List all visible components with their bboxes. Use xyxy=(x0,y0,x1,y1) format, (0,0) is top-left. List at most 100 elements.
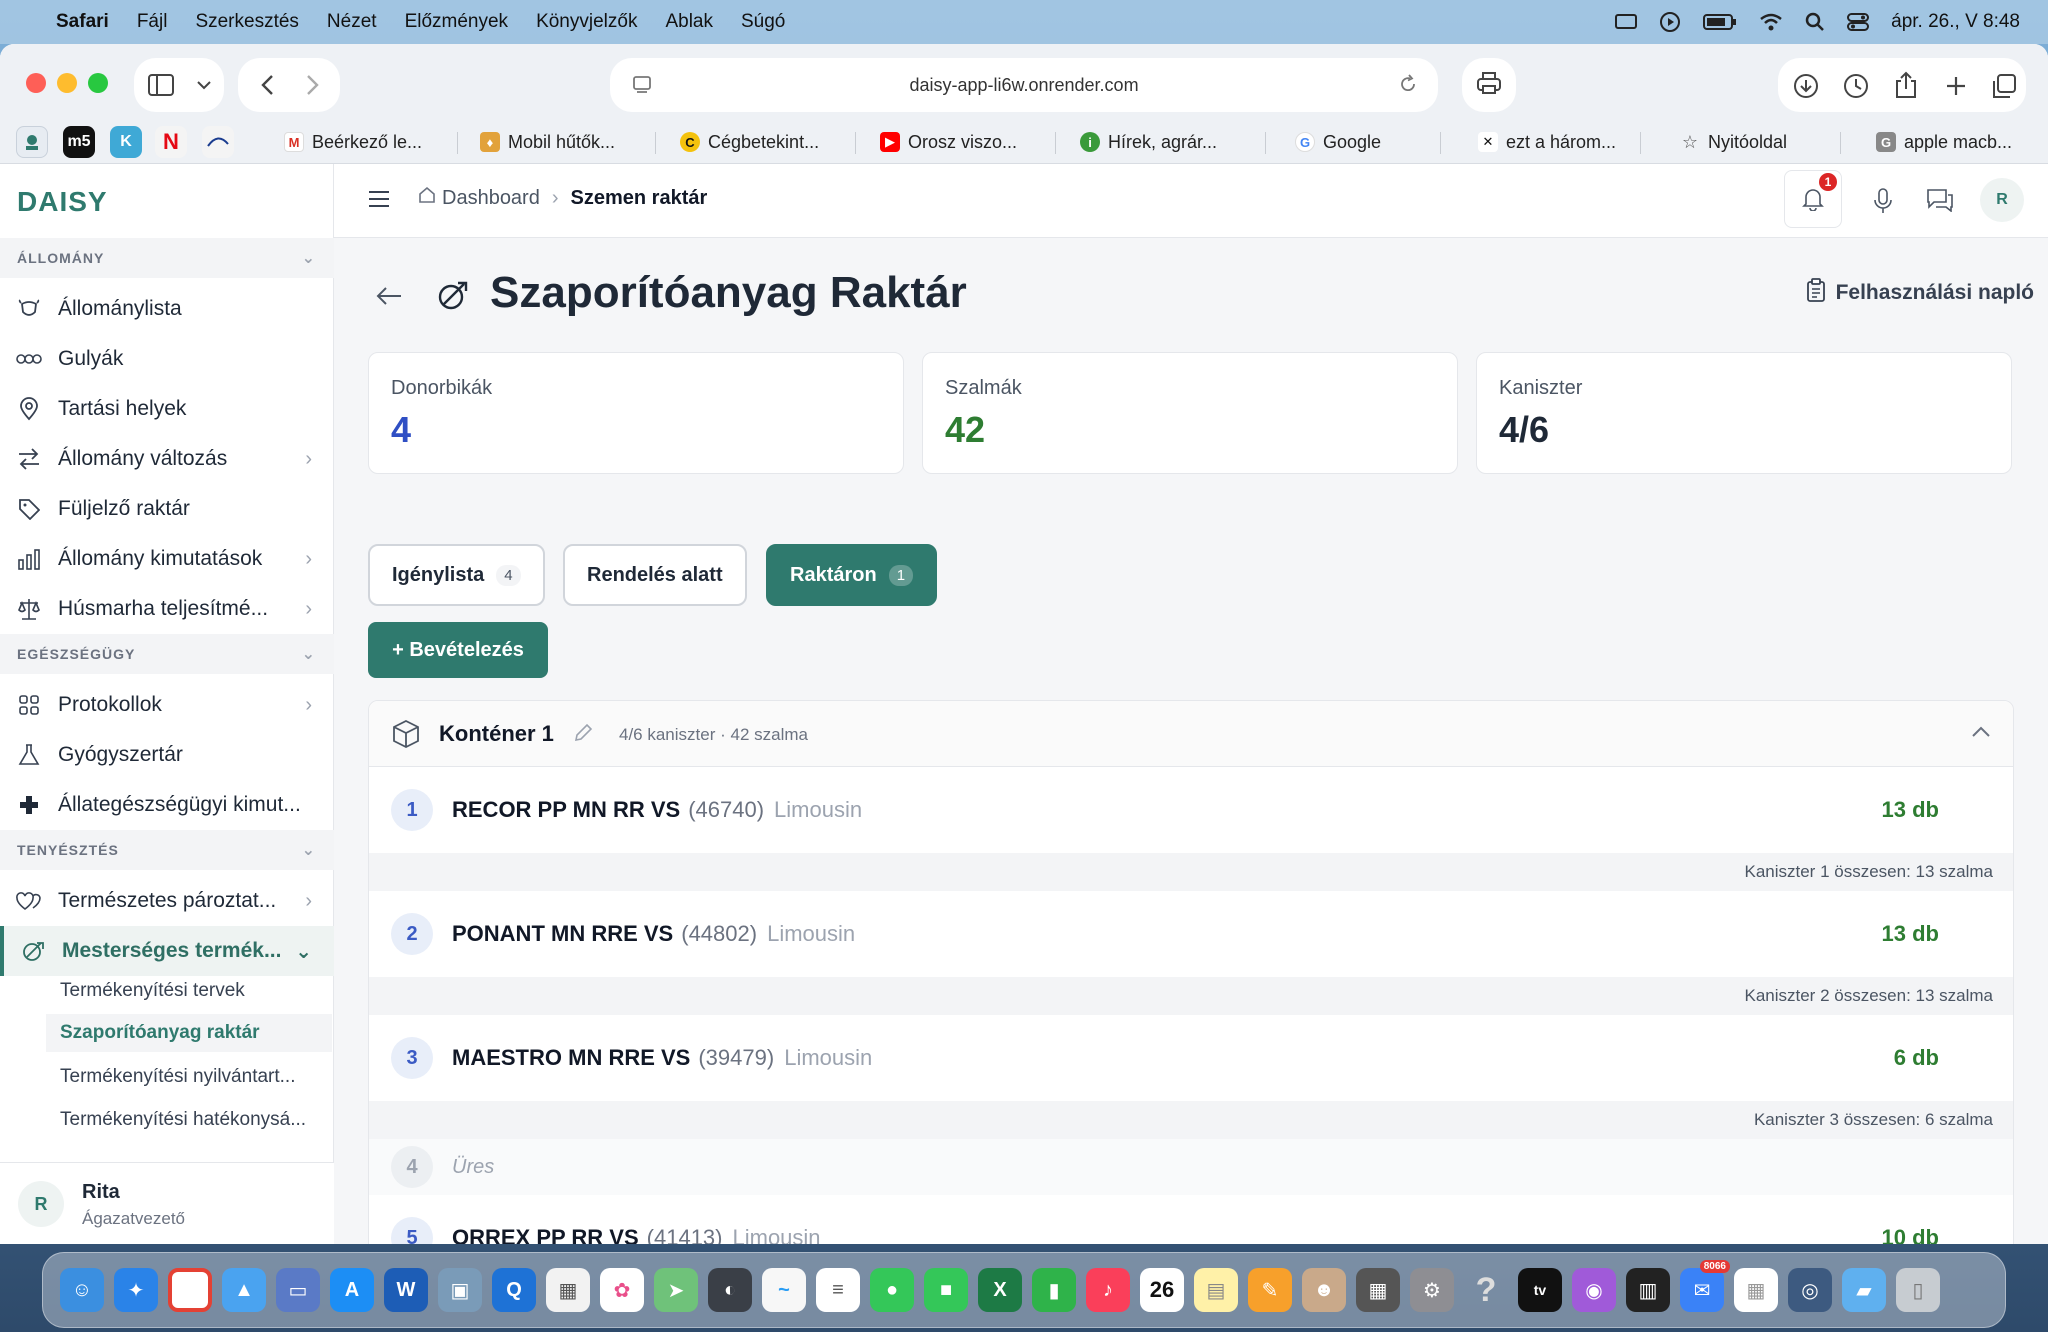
sidebar-item-gyogyszertar[interactable]: Gyógyszertár xyxy=(0,730,334,780)
camera-app-icon[interactable]: ◐ xyxy=(708,1268,752,1312)
sidebar-item-allategeszsegugyi-kimutatas[interactable]: Állategészségügyi kimut... xyxy=(0,780,334,830)
sidebar-item-allomany-valtozas[interactable]: Állomány változás › xyxy=(0,434,334,484)
address-bar[interactable]: daisy-app-li6w.onrender.com xyxy=(610,58,1438,112)
app-logo[interactable]: DAISY xyxy=(17,186,108,218)
screen-mirroring-icon[interactable] xyxy=(1615,13,1638,31)
sidebar-item-mesterseges-termekenyites[interactable]: Mesterséges termék... ⌄ xyxy=(0,926,334,976)
sidebar-item-protokollok[interactable]: Protokollok › xyxy=(0,680,334,730)
menu-app-safari[interactable]: Safari xyxy=(56,11,109,33)
freeform-icon[interactable]: ~ xyxy=(762,1268,806,1312)
pinned-tab-k[interactable]: K xyxy=(110,126,142,158)
menu-history[interactable]: Előzmények xyxy=(405,11,509,33)
safari-icon[interactable]: ✦ xyxy=(114,1268,158,1312)
bookmark-apple-macb[interactable]: Gapple macb... xyxy=(1876,128,2012,156)
topbar-user-avatar[interactable]: R xyxy=(1980,178,2024,222)
chevron-up-icon[interactable] xyxy=(1971,725,1991,743)
menu-file[interactable]: Fájl xyxy=(137,11,168,33)
bookmark-mobil[interactable]: ♦ Mobil hűtők... xyxy=(480,128,615,156)
battery-icon[interactable] xyxy=(1703,13,1737,31)
sidebar-subitem-szaporitoanyag-raktar[interactable]: Szaporítóanyag raktár xyxy=(46,1014,332,1052)
podcasts-icon[interactable]: ◉ xyxy=(1572,1268,1616,1312)
pages-icon[interactable]: ✎ xyxy=(1248,1268,1292,1312)
bookmark-nyitooldal[interactable]: ☆ Nyitóoldal xyxy=(1680,128,1787,156)
storage-icon[interactable]: ▭ xyxy=(276,1268,320,1312)
sidebar-subitem-termekenyitesi-tervek[interactable]: Termékenyítési tervek xyxy=(60,980,245,1002)
facetime-icon[interactable]: ■ xyxy=(924,1268,968,1312)
gallery-icon[interactable]: ▥ xyxy=(1626,1268,1670,1312)
tab-rendeles-alatt[interactable]: Rendelés alatt xyxy=(563,544,747,606)
bookmark-youtube[interactable]: ▶ Orosz viszo... xyxy=(880,128,1017,156)
help-icon[interactable]: ? xyxy=(1464,1268,1508,1312)
trash-icon[interactable]: ▯ xyxy=(1896,1268,1940,1312)
system-settings-icon[interactable]: ⚙ xyxy=(1410,1268,1454,1312)
sidebar-item-gulyak[interactable]: Gulyák xyxy=(0,334,334,384)
menu-bookmarks[interactable]: Könyvjelzők xyxy=(536,11,637,33)
sidebar-item-fuljelzo-raktar[interactable]: Füljelző raktár xyxy=(0,484,334,534)
menu-edit[interactable]: Szerkesztés xyxy=(195,11,298,33)
notifications-button[interactable]: 1 xyxy=(1784,170,1842,228)
sidebar-subitem-termekenyitesi-hatekonysag[interactable]: Termékenyítési hatékonysá... xyxy=(60,1109,306,1131)
usage-log-link[interactable]: Felhasználási napló xyxy=(1806,278,2034,308)
numbers-icon[interactable]: ▮ xyxy=(1032,1268,1076,1312)
close-window-button[interactable] xyxy=(26,73,46,93)
quicktime-icon[interactable]: Q xyxy=(492,1268,536,1312)
preview-icon[interactable]: ▣ xyxy=(438,1268,482,1312)
contacts-icon[interactable]: ☻ xyxy=(1302,1268,1346,1312)
pinned-tab-disney[interactable] xyxy=(202,126,234,158)
section-egeszsegugy[interactable]: EGÉSZSÉGÜGY ⌄ xyxy=(0,634,334,674)
control-center-icon[interactable] xyxy=(1847,12,1870,32)
spotlight-search-icon[interactable] xyxy=(1805,12,1825,32)
sidebar-subitem-termekenyitesi-nyilvantartas[interactable]: Termékenyítési nyilvántart... xyxy=(60,1066,295,1088)
microphone-icon[interactable] xyxy=(1874,188,1892,219)
sidebar-item-husmarha-teljesitmeny[interactable]: Húsmarha teljesítmé... › xyxy=(0,584,334,634)
disk-utility-icon[interactable]: ◎ xyxy=(1788,1268,1832,1312)
downloads-folder-icon[interactable]: ▰ xyxy=(1842,1268,1886,1312)
canister-row[interactable]: 5 ORREX PP RR VS (41413) Limousin 10 db xyxy=(369,1195,2013,1244)
notes-icon[interactable]: ▤ xyxy=(1194,1268,1238,1312)
minimize-window-button[interactable] xyxy=(57,73,77,93)
tab-group-chevron-icon[interactable] xyxy=(192,72,216,98)
sidebar-item-allomany-kimutatasok[interactable]: Állomány kimutatások › xyxy=(0,534,334,584)
wifi-icon[interactable] xyxy=(1759,13,1783,31)
page-settings-icon[interactable] xyxy=(632,74,652,99)
zoom-window-button[interactable] xyxy=(88,73,108,93)
canister-row-empty[interactable]: 4 Üres xyxy=(369,1139,2013,1195)
chat-icon[interactable] xyxy=(1926,188,1954,217)
hamburger-menu-icon[interactable] xyxy=(368,190,390,213)
bookmark-gmail[interactable]: M Beérkező le... xyxy=(284,128,422,156)
back-icon[interactable] xyxy=(254,72,280,98)
history-clock-icon[interactable] xyxy=(1842,72,1870,100)
reload-icon[interactable] xyxy=(1398,74,1418,99)
new-tab-plus-icon[interactable] xyxy=(1942,72,1970,100)
forward-icon[interactable] xyxy=(300,72,326,98)
tab-raktaron[interactable]: Raktáron 1 xyxy=(766,544,938,606)
calculator-icon[interactable]: ▦ xyxy=(1356,1268,1400,1312)
bookmark-google[interactable]: G Google xyxy=(1295,128,1381,156)
sidebar-item-allomanylista[interactable]: Állománylista xyxy=(0,284,334,334)
section-allomany[interactable]: ÁLLOMÁNY ⌄ xyxy=(0,238,334,278)
bookmark-cegbetekint[interactable]: C Cégbetekint... xyxy=(680,128,819,156)
menu-help[interactable]: Súgó xyxy=(741,11,785,33)
reader-print-button[interactable] xyxy=(1462,58,1516,112)
canister-row[interactable]: 2 PONANT MN RRE VS (44802) Limousin 13 db xyxy=(369,891,2013,977)
menu-window[interactable]: Ablak xyxy=(665,11,713,33)
container-header[interactable]: Konténer 1 4/6 kaniszter · 42 szalma xyxy=(369,701,2013,767)
menubar-datetime[interactable]: ápr. 26., V 8:48 xyxy=(1891,11,2020,33)
sidebar-item-termeszetes-paroztatas[interactable]: Természetes pároztat... › xyxy=(0,876,334,926)
tab-igenylista[interactable]: Igénylista 4 xyxy=(368,544,545,606)
back-arrow-icon[interactable] xyxy=(376,286,402,311)
menu-view[interactable]: Nézet xyxy=(327,11,377,33)
now-playing-icon[interactable] xyxy=(1659,11,1681,33)
pinned-tab-daisy[interactable] xyxy=(16,126,48,158)
photos-icon[interactable]: ✿ xyxy=(600,1268,644,1312)
app-store-icon[interactable]: A xyxy=(330,1268,374,1312)
user-profile[interactable]: R Rita Ágazatvezető xyxy=(0,1162,334,1244)
excel-icon[interactable]: X xyxy=(978,1268,1022,1312)
music-icon[interactable]: ♪ xyxy=(1086,1268,1130,1312)
canister-row[interactable]: 1 RECOR PP MN RR VS (46740) Limousin 13 db xyxy=(369,767,2013,853)
tab-overview-icon[interactable] xyxy=(1990,72,2018,100)
finder-icon[interactable]: ☺ xyxy=(60,1268,104,1312)
bookmark-ezt-a-harom[interactable]: ✕ ezt a három... xyxy=(1478,128,1616,156)
messages-icon[interactable]: ● xyxy=(870,1268,914,1312)
share-icon[interactable] xyxy=(1892,70,1920,100)
